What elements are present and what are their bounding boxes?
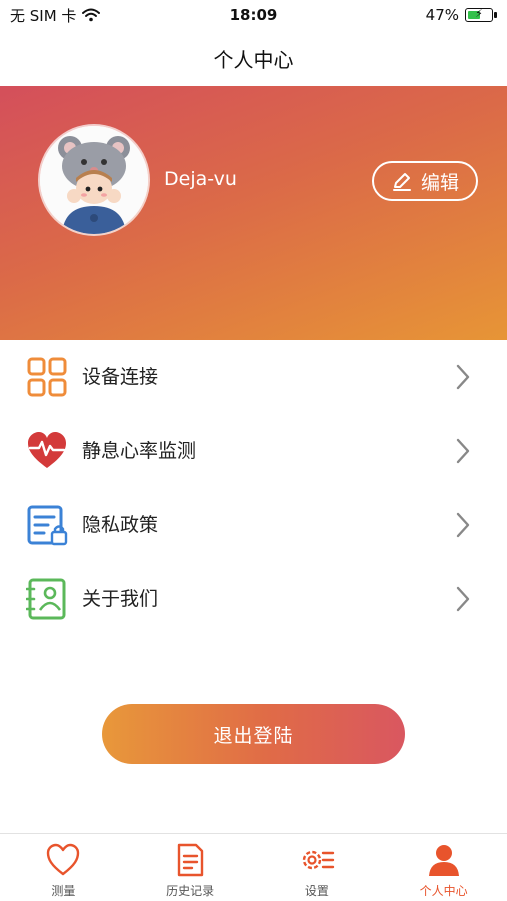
edit-button[interactable]: 编辑 [372, 161, 478, 201]
menu-label: 设备连接 [82, 366, 159, 388]
chevron-right-icon [456, 586, 470, 612]
username: Deja-vu [164, 168, 237, 190]
settings-gear-icon [302, 850, 335, 870]
pencil-icon [392, 173, 411, 191]
grid-icon [27, 357, 67, 397]
menu-item-privacy-policy[interactable]: 隐私政策 [0, 488, 507, 562]
logout-label: 退出登陆 [213, 724, 294, 747]
chevron-right-icon [456, 512, 470, 538]
chevron-right-icon [456, 438, 470, 464]
edit-label: 编辑 [420, 171, 459, 194]
heart-outline-icon [47, 843, 80, 876]
logout-button[interactable]: 退出登陆 [102, 704, 405, 764]
tab-label: 历史记录 [166, 884, 215, 898]
profile-header: Deja-vu 编辑 [0, 86, 507, 340]
menu-label: 静息心率监测 [82, 440, 197, 462]
menu-label: 隐私政策 [82, 514, 159, 536]
wifi-icon [82, 8, 101, 22]
avatar-illustration [40, 126, 148, 234]
tab-profile[interactable]: 个人中心 [380, 834, 507, 901]
tab-label: 设置 [304, 884, 329, 898]
user-icon [428, 845, 459, 876]
status-left: 无 SIM 卡 [10, 5, 101, 26]
battery-percent: 47% [425, 6, 459, 24]
carrier-text: 无 SIM 卡 [10, 6, 77, 25]
tab-history[interactable]: 历史记录 [127, 834, 254, 901]
settings-menu: 设备连接 静息心率监测 隐私政策 关于我们 [0, 340, 507, 636]
tab-label: 测量 [51, 884, 76, 898]
tab-bar: 测量 历史记录 设置 个人中心 [0, 833, 507, 901]
menu-label: 关于我们 [82, 588, 159, 610]
document-lock-icon [27, 505, 68, 546]
tab-measure[interactable]: 测量 [0, 834, 127, 901]
tab-label: 个人中心 [419, 884, 468, 898]
contact-card-icon [26, 578, 66, 620]
heart-pulse-icon [28, 432, 66, 468]
chevron-right-icon [456, 364, 470, 390]
status-right: 47% ⚡ [425, 6, 497, 24]
status-bar: 无 SIM 卡 18:09 47% ⚡ [0, 0, 507, 30]
history-document-icon [177, 843, 204, 877]
menu-item-heart-rate[interactable]: 静息心率监测 [0, 414, 507, 488]
battery-charging-icon: ⚡ [465, 7, 497, 22]
nav-bar: 个人中心 [0, 30, 507, 86]
menu-item-about-us[interactable]: 关于我们 [0, 562, 507, 636]
page-title: 个人中心 [213, 47, 294, 72]
menu-item-device-connect[interactable]: 设备连接 [0, 340, 507, 414]
avatar[interactable] [40, 126, 148, 234]
tab-settings[interactable]: 设置 [254, 834, 381, 901]
